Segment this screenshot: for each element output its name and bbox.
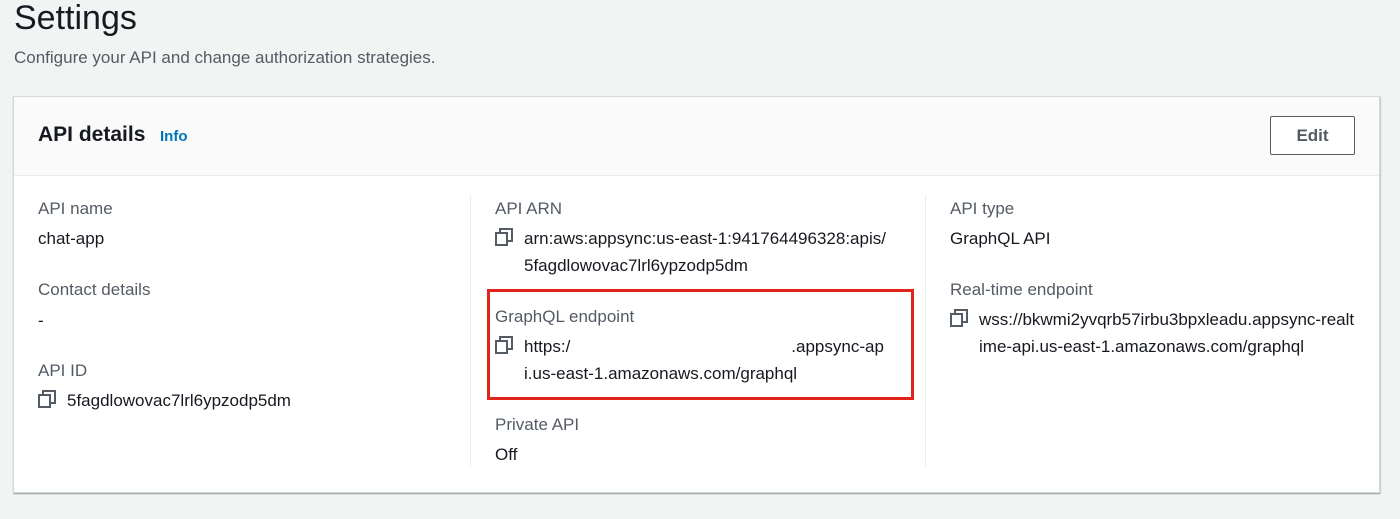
copy-icon[interactable] — [495, 336, 513, 354]
card-header: API details Info Edit — [14, 97, 1379, 176]
api-type-label: API type — [950, 199, 1015, 218]
api-name-label: API name — [38, 199, 113, 218]
column-divider — [925, 195, 926, 467]
page-title: Settings — [14, 0, 137, 37]
info-link[interactable]: Info — [160, 128, 188, 146]
graphql-endpoint-value: https:/ .appsync-api.us-east-1.amazonaws… — [524, 337, 884, 383]
private-api-value: Off — [495, 445, 518, 464]
api-arn-field: arn:aws:appsync:us-east-1:941764496328:a… — [495, 225, 889, 279]
copy-icon[interactable] — [38, 390, 56, 408]
copy-icon[interactable] — [495, 228, 513, 246]
api-arn-label: API ARN — [495, 199, 563, 218]
edit-button[interactable]: Edit — [1270, 116, 1355, 155]
api-name-value: chat-app — [38, 229, 105, 248]
api-details-card: API details Info Edit API name chat-app … — [13, 96, 1380, 493]
column-divider — [470, 195, 471, 467]
api-id-label: API ID — [38, 361, 88, 380]
realtime-endpoint-label: Real-time endpoint — [950, 280, 1093, 299]
graphql-endpoint-label: GraphQL endpoint — [495, 307, 635, 326]
graphql-endpoint-field: https:/ .appsync-api.us-east-1.amazonaws… — [495, 333, 889, 387]
realtime-endpoint-value: wss://bkwmi2yvqrb57irbu3bpxleadu.appsync… — [979, 310, 1355, 356]
api-id-value: 5fagdlowovac7lrl6ypzodp5dm — [67, 391, 291, 410]
copy-icon[interactable] — [950, 309, 968, 327]
private-api-label: Private API — [495, 415, 580, 434]
contact-details-label: Contact details — [38, 280, 151, 299]
api-id-field: 5fagdlowovac7lrl6ypzodp5dm — [38, 387, 458, 414]
contact-details-value: - — [38, 311, 44, 330]
api-arn-value: arn:aws:appsync:us-east-1:941764496328:a… — [524, 229, 886, 275]
page-subtitle: Configure your API and change authorizat… — [14, 48, 436, 67]
api-type-value: GraphQL API — [950, 229, 1051, 248]
realtime-endpoint-field: wss://bkwmi2yvqrb57irbu3bpxleadu.appsync… — [950, 306, 1355, 360]
card-title: API details — [38, 123, 146, 146]
